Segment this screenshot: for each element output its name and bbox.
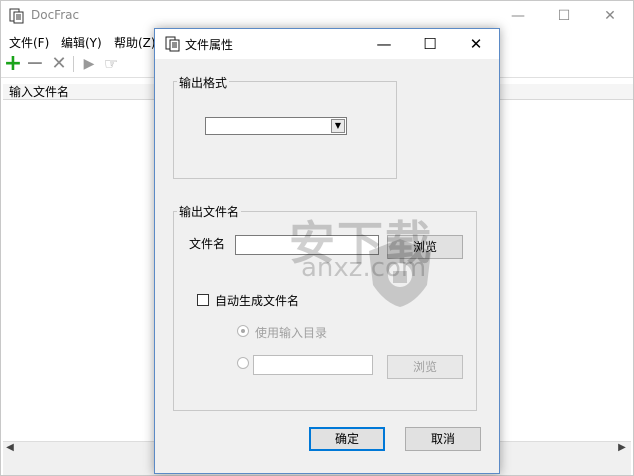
browse-button-2[interactable]: 浏览: [387, 355, 463, 379]
menu-edit[interactable]: 编辑(Y): [61, 34, 102, 51]
output-filename-label: 输出文件名: [177, 203, 242, 220]
dialog-title: 文件属性: [185, 38, 234, 52]
minimize-button[interactable]: —: [495, 1, 541, 31]
auto-filename-label[interactable]: 自动生成文件名: [215, 292, 299, 309]
auto-filename-checkbox[interactable]: [197, 294, 209, 306]
toolbar-separator: [73, 56, 74, 72]
dialog-document-icon: [165, 36, 180, 52]
hand-pointer-icon[interactable]: ☞: [101, 54, 121, 74]
watermark-subtitle: anxz.com: [301, 253, 427, 283]
add-icon[interactable]: +: [3, 53, 23, 75]
remove-icon[interactable]: −: [25, 53, 45, 75]
app-document-icon: [9, 8, 24, 24]
dialog-maximize-button[interactable]: ☐: [407, 29, 453, 59]
dialog-minimize-button[interactable]: —: [361, 29, 407, 59]
dialog-titlebar[interactable]: 文件属性 — ☐ ✕: [155, 29, 499, 59]
output-format-select[interactable]: ▼: [205, 117, 347, 135]
custom-dir-input[interactable]: [253, 355, 373, 375]
menu-file[interactable]: 文件(F): [9, 34, 49, 51]
use-input-dir-radio[interactable]: [237, 325, 249, 337]
scroll-right-icon[interactable]: ▶: [615, 441, 629, 455]
file-properties-dialog: 文件属性 — ☐ ✕ 输出格式 ▼ 输出文件名 文件名 浏览 自动生成文件名 使…: [154, 28, 500, 474]
scroll-left-icon[interactable]: ◀: [3, 441, 17, 455]
custom-dir-radio[interactable]: [237, 357, 249, 369]
maximize-button[interactable]: ☐: [541, 1, 587, 31]
close-button[interactable]: ✕: [587, 1, 633, 31]
output-format-label: 输出格式: [177, 74, 230, 91]
delete-icon[interactable]: ✕: [49, 54, 69, 74]
dialog-close-button[interactable]: ✕: [453, 29, 499, 59]
ok-button[interactable]: 确定: [309, 427, 385, 451]
main-titlebar[interactable]: DocFrac — ☐ ✕: [1, 1, 633, 31]
chevron-down-icon[interactable]: ▼: [331, 119, 345, 133]
radio-selected-dot: [241, 329, 245, 333]
cancel-button[interactable]: 取消: [405, 427, 481, 451]
use-input-dir-label[interactable]: 使用输入目录: [255, 324, 327, 341]
menu-help[interactable]: 帮助(Z): [114, 34, 156, 51]
main-window-title: DocFrac: [31, 8, 80, 22]
play-icon[interactable]: ▶: [79, 54, 99, 74]
file-name-label: 文件名: [189, 237, 226, 251]
